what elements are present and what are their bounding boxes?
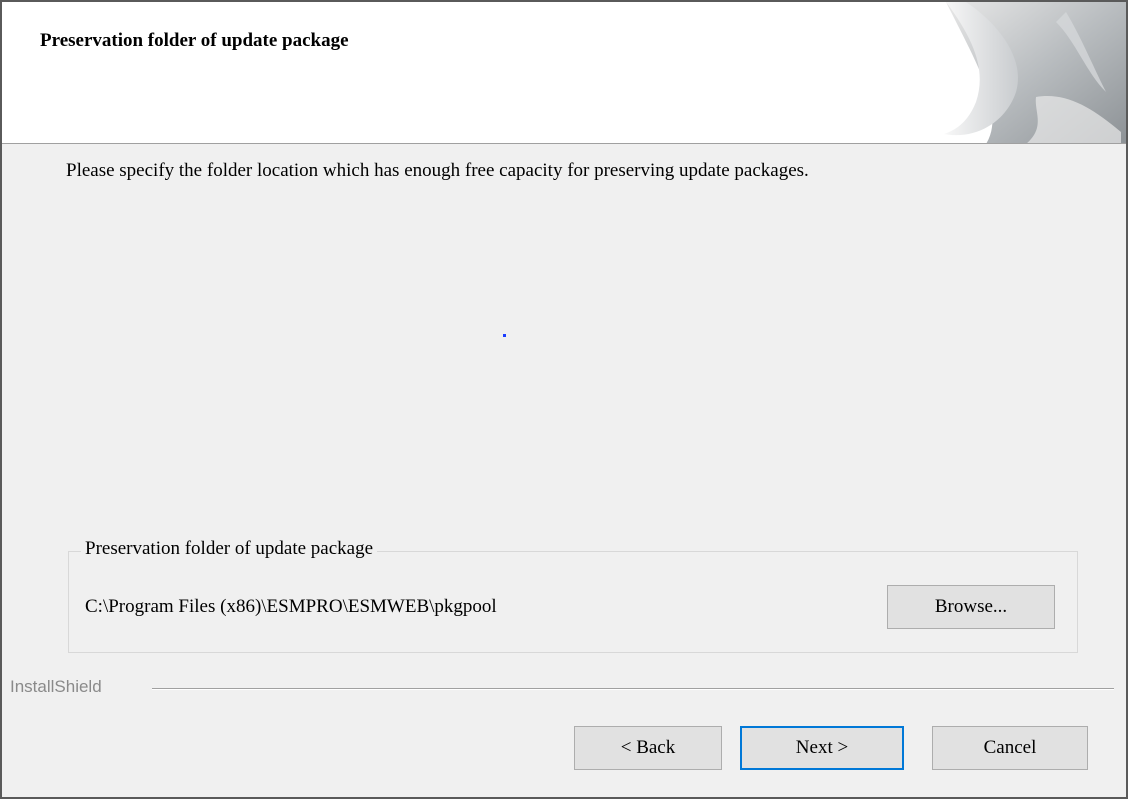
cancel-button[interactable]: Cancel (932, 726, 1088, 770)
installshield-brand: InstallShield (10, 677, 102, 696)
back-button[interactable]: < Back (574, 726, 722, 770)
footer-divider (152, 688, 1114, 690)
folder-group-label: Preservation folder of update package (81, 538, 378, 560)
browse-button[interactable]: Browse... (887, 585, 1055, 629)
installshield-page-curl-graphic-icon (944, 2, 1126, 143)
header-banner: Preservation folder of update package (2, 2, 1126, 144)
folder-groupbox: Preservation folder of update package C:… (68, 538, 1078, 653)
next-button[interactable]: Next > (740, 726, 904, 770)
folder-path-text: C:\Program Files (x86)\ESMPRO\ESMWEB\pkg… (85, 596, 497, 617)
stray-marker (503, 334, 506, 337)
page-title: Preservation folder of update package (40, 30, 349, 51)
instruction-text: Please specify the folder location which… (66, 160, 809, 181)
installer-dialog: Preservation folder of update package Pl… (0, 0, 1128, 799)
